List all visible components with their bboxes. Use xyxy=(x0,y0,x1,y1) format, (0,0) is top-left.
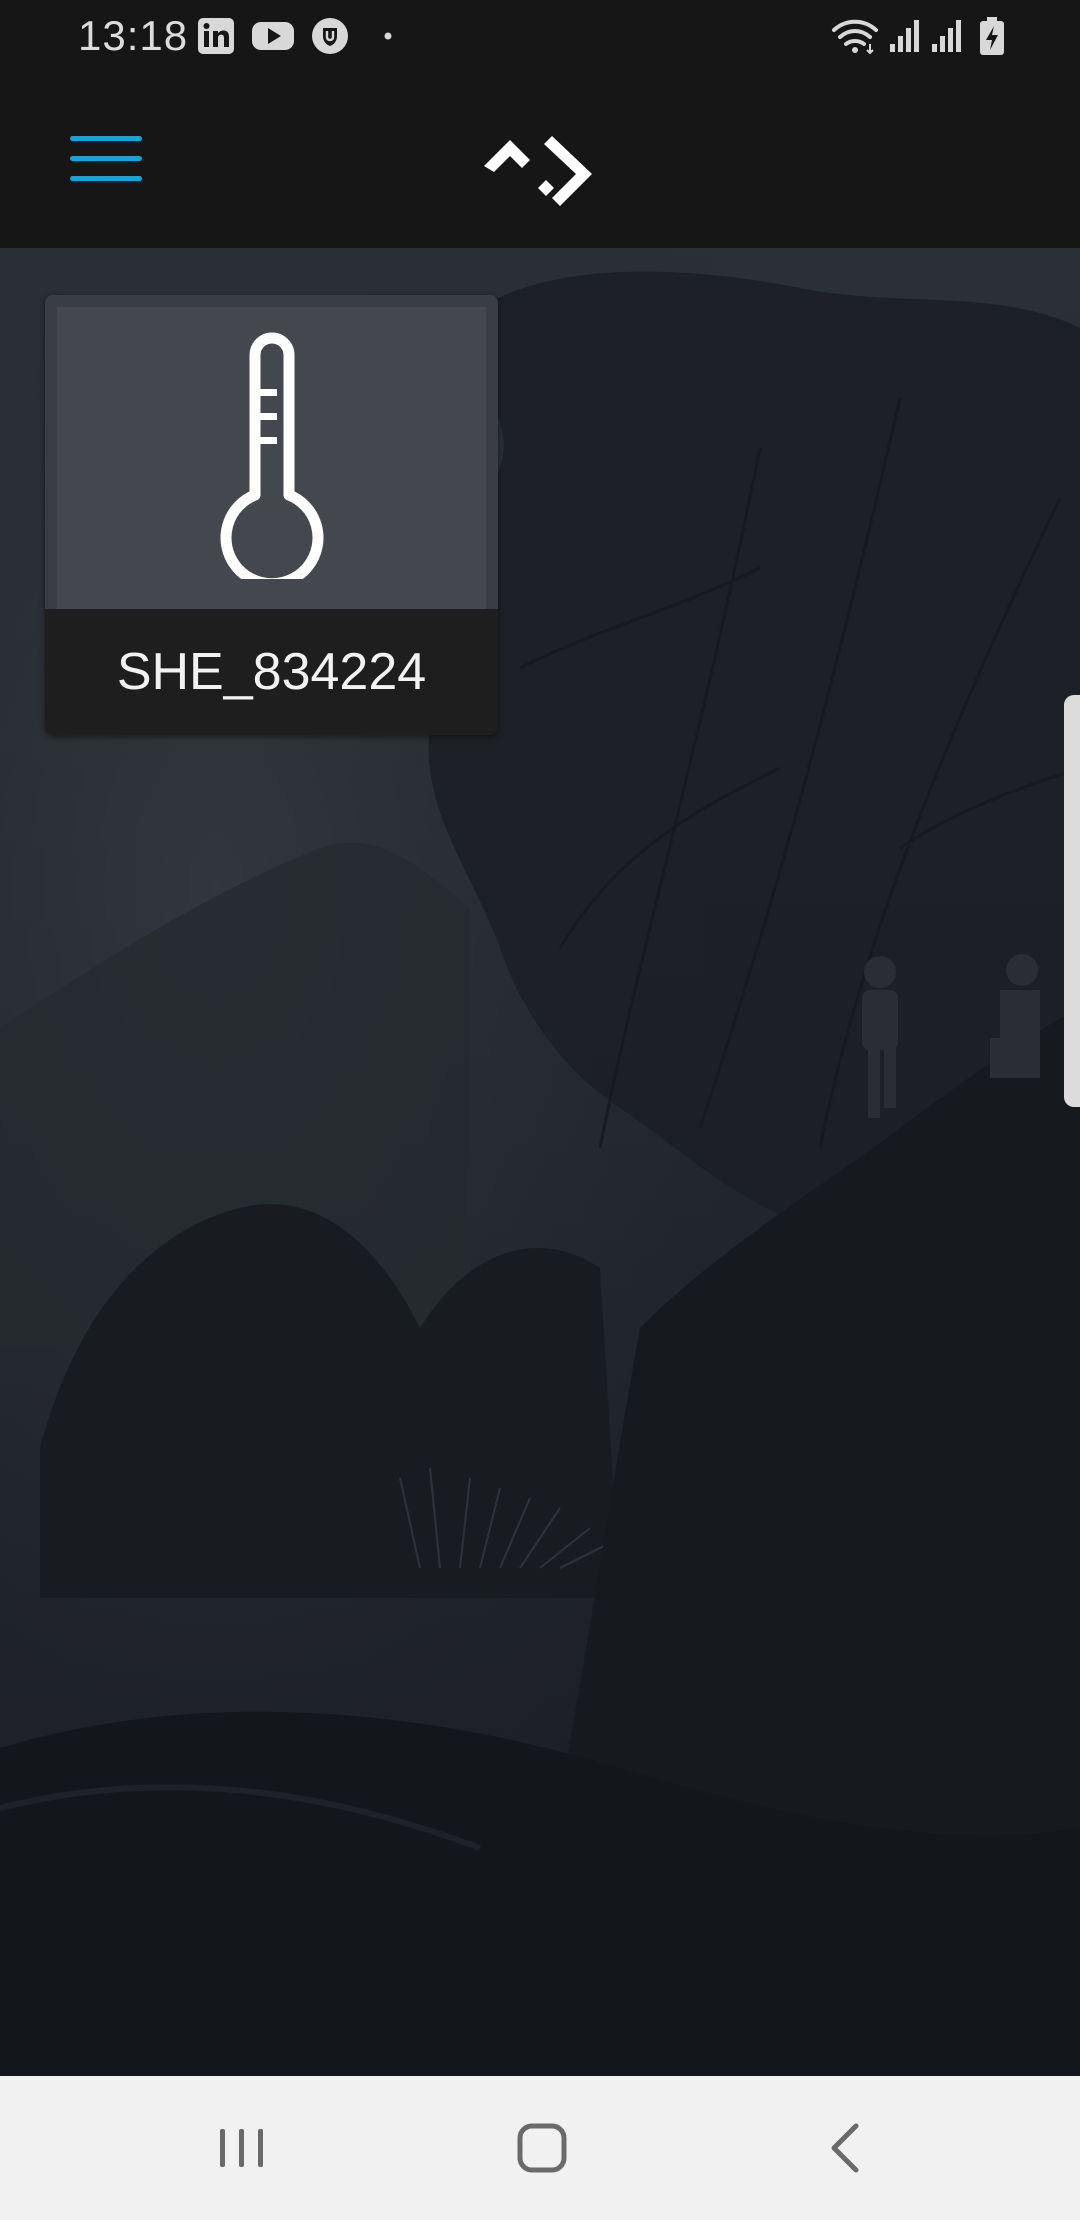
shield-app-icon xyxy=(312,18,348,54)
signal-icon xyxy=(890,20,919,52)
device-card-footer: SHE_834224 xyxy=(45,609,498,735)
status-time: 13:18 xyxy=(78,12,189,59)
wifi-icon xyxy=(832,19,878,55)
recents-icon[interactable] xyxy=(192,2098,292,2198)
home-icon[interactable] xyxy=(492,2098,592,2198)
hamburger-menu-icon xyxy=(70,136,142,141)
battery-charging-icon xyxy=(980,17,1004,55)
device-name: SHE_834224 xyxy=(116,643,427,701)
linkedin-icon xyxy=(198,18,234,54)
screen: 13:18 SHE_834224 xyxy=(0,0,1080,2220)
menu-icon-bar xyxy=(70,156,142,161)
menu-icon-bar xyxy=(70,176,142,181)
brand-logo-icon xyxy=(484,136,592,206)
system-nav-bar xyxy=(0,2076,1080,2220)
device-card-image-area xyxy=(45,295,498,609)
youtube-icon xyxy=(252,22,294,50)
menu-button[interactable] xyxy=(60,124,152,196)
signal-icon xyxy=(932,20,961,52)
back-icon[interactable] xyxy=(796,2098,896,2198)
device-card[interactable]: SHE_834224 xyxy=(45,295,498,735)
app-bar xyxy=(0,72,1080,248)
status-bar: 13:18 xyxy=(0,0,1080,72)
dot-icon xyxy=(384,32,392,40)
edge-panel-handle[interactable] xyxy=(1064,695,1080,1107)
thermometer-icon xyxy=(220,332,324,579)
